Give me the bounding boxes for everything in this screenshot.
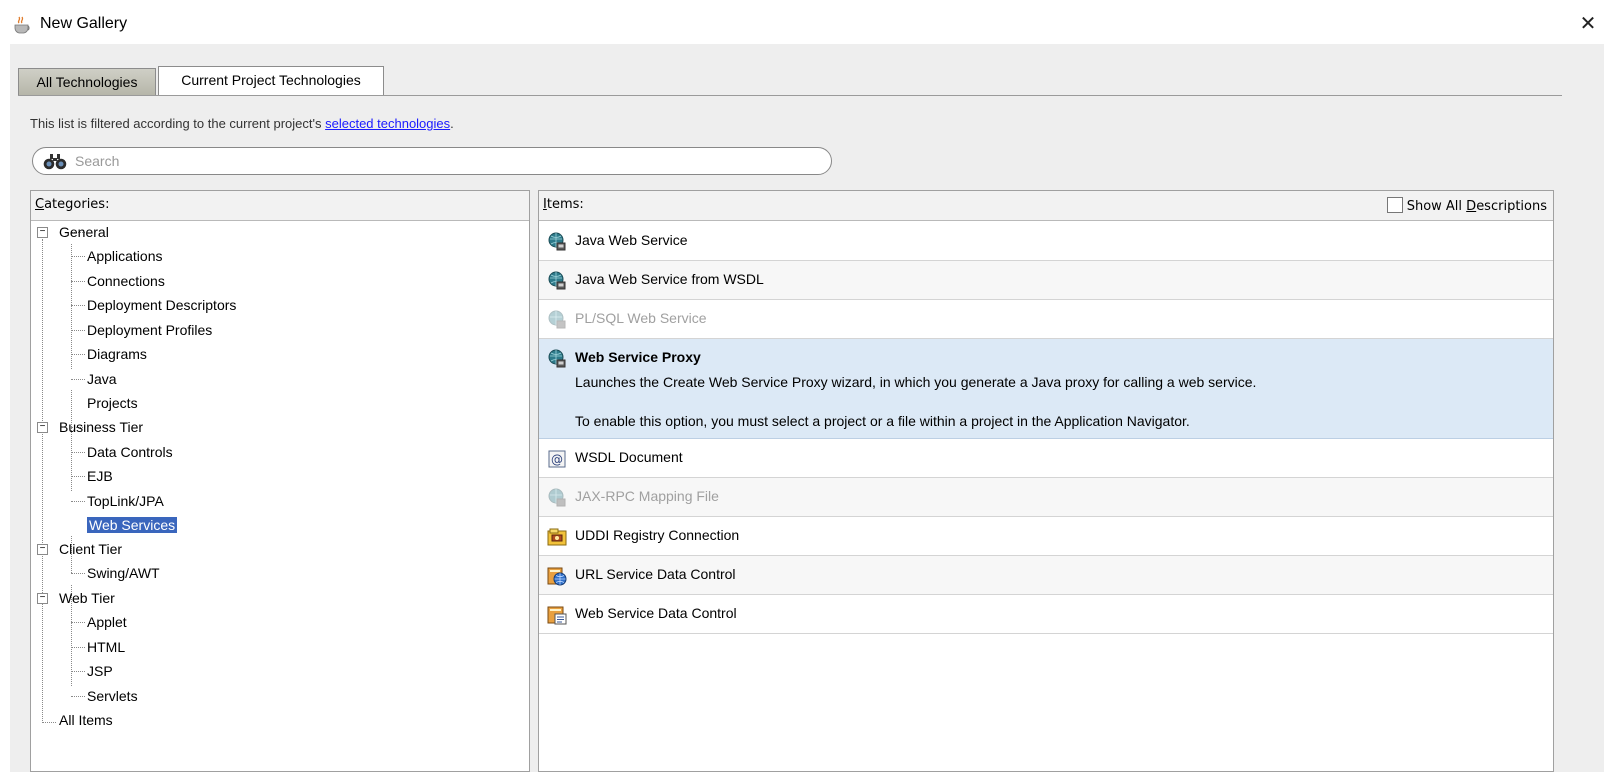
show-all-descriptions-checkbox[interactable] bbox=[1386, 197, 1403, 213]
item-label: JAX-RPC Mapping File bbox=[575, 488, 719, 504]
item-label: WSDL Document bbox=[575, 449, 683, 465]
collapse-toggle-web-tier[interactable]: − bbox=[37, 593, 48, 604]
filter-note: This list is filtered according to the c… bbox=[30, 116, 454, 131]
item-description: Launches the Create Web Service Proxy wi… bbox=[575, 374, 1257, 390]
tree-item-projects[interactable]: Projects bbox=[87, 392, 138, 414]
tree-guide bbox=[71, 573, 85, 574]
tree-item-swing-awt[interactable]: Swing/AWT bbox=[87, 562, 160, 584]
tree-item-java[interactable]: Java bbox=[87, 368, 117, 390]
tree-guide bbox=[71, 305, 85, 306]
collapse-toggle-general[interactable]: − bbox=[37, 227, 48, 238]
tree-item-applications[interactable]: Applications bbox=[87, 245, 163, 267]
tree-guide bbox=[71, 501, 85, 502]
item-wsdl-document[interactable]: @ WSDL Document bbox=[539, 439, 1553, 478]
tree-item-html[interactable]: HTML bbox=[87, 636, 125, 658]
item-web-service-proxy[interactable]: Web Service Proxy Launches the Create We… bbox=[539, 339, 1553, 439]
tree-guide bbox=[71, 244, 72, 369]
selected-technologies-link[interactable]: selected technologies bbox=[325, 116, 450, 131]
categories-header: Categories: bbox=[31, 191, 529, 221]
title-bar: New Gallery ✕ bbox=[0, 0, 1604, 44]
item-plsql-web-service: PL/SQL Web Service bbox=[539, 300, 1553, 339]
filter-suffix: . bbox=[450, 116, 454, 131]
tree-item-all-items[interactable]: All Items bbox=[59, 709, 113, 731]
tree-guide bbox=[71, 281, 85, 282]
items-header: Items: Show All Descriptions bbox=[539, 191, 1553, 221]
close-icon: ✕ bbox=[1579, 13, 1597, 35]
tree-item-diagrams[interactable]: Diagrams bbox=[87, 343, 147, 365]
tab-all-technologies[interactable]: All Technologies bbox=[18, 68, 156, 96]
tab-label: Current Project Technologies bbox=[181, 72, 361, 88]
tree-item-applet[interactable]: Applet bbox=[87, 611, 127, 633]
filter-text: This list is filtered according to the c… bbox=[30, 116, 326, 131]
collapse-toggle-client-tier[interactable]: − bbox=[37, 544, 48, 555]
web-service-icon bbox=[548, 488, 566, 507]
tree-guide bbox=[71, 354, 85, 355]
item-label: Java Web Service from WSDL bbox=[575, 271, 764, 287]
web-service-icon bbox=[548, 232, 566, 251]
tree-item-ejb[interactable]: EJB bbox=[87, 465, 113, 487]
tree-item-data-controls[interactable]: Data Controls bbox=[87, 441, 173, 463]
uddi-registry-icon bbox=[547, 528, 567, 546]
item-java-web-service-from-wsdl[interactable]: Java Web Service from WSDL bbox=[539, 261, 1553, 300]
show-all-descriptions[interactable]: Show All Descriptions bbox=[1386, 197, 1547, 215]
dialog-body: All Technologies Current Project Technol… bbox=[10, 44, 1604, 772]
tree-group-general[interactable]: General bbox=[59, 221, 109, 243]
tree-guide bbox=[42, 239, 43, 723]
item-web-service-data-control[interactable]: Web Service Data Control bbox=[539, 595, 1553, 634]
item-label: URL Service Data Control bbox=[575, 566, 736, 582]
items-panel: Items: Show All Descriptions Java Web Se… bbox=[538, 190, 1554, 772]
tree-group-web-tier[interactable]: Web Tier bbox=[59, 587, 115, 609]
search-input[interactable] bbox=[73, 151, 813, 171]
java-cup-icon bbox=[14, 16, 30, 34]
tree-group-client-tier[interactable]: Client Tier bbox=[59, 538, 122, 560]
item-label: Java Web Service bbox=[575, 232, 688, 248]
web-service-icon bbox=[548, 349, 566, 368]
tree-guide bbox=[71, 476, 85, 477]
tab-current-project-technologies[interactable]: Current Project Technologies bbox=[158, 66, 384, 96]
tree-item-deployment-descriptors[interactable]: Deployment Descriptors bbox=[87, 294, 236, 316]
tree-guide bbox=[71, 452, 85, 453]
item-java-web-service[interactable]: Java Web Service bbox=[539, 222, 1553, 261]
tab-divider bbox=[18, 95, 1562, 96]
item-url-service-data-control[interactable]: URL Service Data Control bbox=[539, 556, 1553, 595]
collapse-toggle-business-tier[interactable]: − bbox=[37, 422, 48, 433]
close-button[interactable]: ✕ bbox=[1576, 12, 1600, 36]
item-label: Web Service Proxy bbox=[575, 349, 701, 365]
tree-item-connections[interactable]: Connections bbox=[87, 270, 165, 292]
item-jax-rpc-mapping-file: JAX-RPC Mapping File bbox=[539, 478, 1553, 517]
item-note: To enable this option, you must select a… bbox=[575, 413, 1190, 429]
tree-guide bbox=[71, 622, 85, 623]
web-service-icon bbox=[548, 310, 566, 329]
item-label: PL/SQL Web Service bbox=[575, 310, 707, 326]
tree-guide bbox=[71, 647, 85, 648]
tab-label: All Technologies bbox=[36, 74, 138, 90]
tree-guide bbox=[71, 696, 85, 697]
svg-text:@: @ bbox=[551, 453, 563, 467]
tree-item-jsp[interactable]: JSP bbox=[87, 660, 113, 682]
categories-panel: Categories: − General Applications Conne… bbox=[30, 190, 530, 772]
tree-guide bbox=[71, 379, 85, 380]
tree-guide bbox=[71, 671, 85, 672]
tree-item-deployment-profiles[interactable]: Deployment Profiles bbox=[87, 319, 212, 341]
web-service-icon bbox=[548, 271, 566, 290]
search-box[interactable] bbox=[32, 147, 832, 175]
item-uddi-registry-connection[interactable]: UDDI Registry Connection bbox=[539, 517, 1553, 556]
wsdl-document-icon: @ bbox=[548, 450, 566, 468]
tree-guide bbox=[71, 330, 85, 331]
binoculars-icon bbox=[43, 154, 67, 170]
tree-guide bbox=[71, 256, 85, 257]
window-title: New Gallery bbox=[40, 15, 128, 32]
url-data-control-icon bbox=[547, 567, 567, 586]
web-service-data-control-icon bbox=[547, 606, 567, 625]
tree-item-web-services[interactable]: Web Services bbox=[87, 514, 178, 536]
tree-group-business-tier[interactable]: Business Tier bbox=[59, 416, 143, 438]
tree-guide bbox=[42, 722, 56, 723]
item-label: Web Service Data Control bbox=[575, 605, 737, 621]
tree-item-toplink-jpa[interactable]: TopLink/JPA bbox=[87, 490, 164, 512]
tree-item-servlets[interactable]: Servlets bbox=[87, 685, 138, 707]
item-label: UDDI Registry Connection bbox=[575, 527, 740, 543]
